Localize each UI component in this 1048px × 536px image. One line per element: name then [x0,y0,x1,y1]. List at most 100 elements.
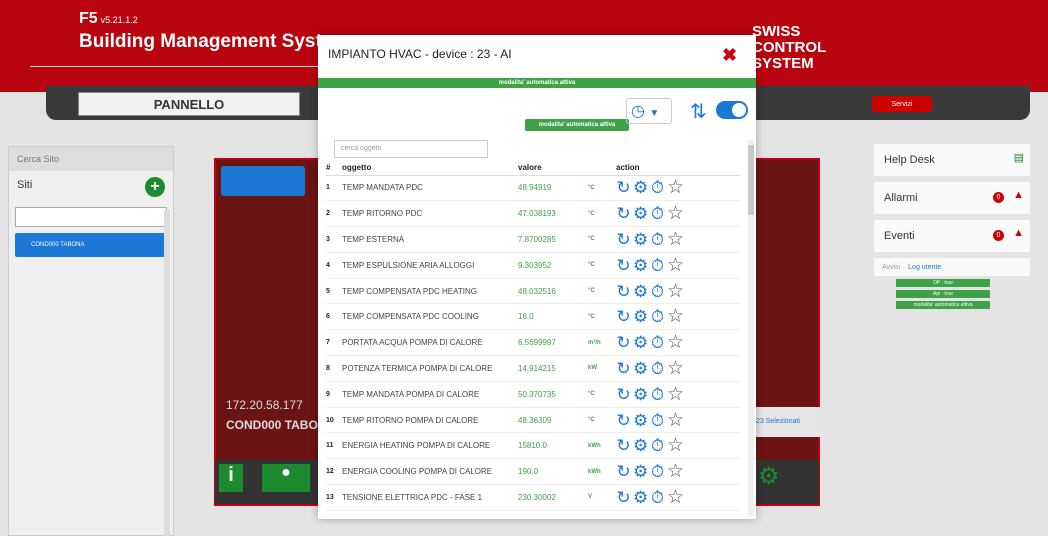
star-icon[interactable]: ☆ [667,409,684,432]
gears-icon[interactable]: ⚙ [633,204,650,224]
user-clock-icon[interactable]: ● [262,464,310,492]
services-menu-button[interactable]: Servizi [872,96,932,112]
events-button[interactable]: Eventi 0 ▲ [874,220,1030,252]
gears-icon[interactable]: ⚙ [633,282,650,302]
object-unit: °C [588,175,616,202]
timer-icon[interactable]: ⏱ [650,411,667,431]
tab-user-log[interactable]: Log utente [908,264,941,271]
gears-icon[interactable]: ⚙ [633,230,650,250]
timer-icon[interactable]: ⏱ [650,307,667,327]
object-name: POTENZA TERMICA POMPA DI CALORE [342,355,518,382]
star-icon[interactable]: ☆ [667,254,684,277]
object-value: 48.36309 [518,407,588,434]
star-icon[interactable]: ☆ [667,280,684,303]
timer-icon[interactable]: ⏱ [650,282,667,302]
refresh-icon[interactable]: ↻ [616,359,633,379]
timer-icon[interactable]: ⏱ [650,333,667,353]
star-icon[interactable]: ☆ [667,202,684,225]
star-icon[interactable]: ☆ [667,228,684,251]
alarms-button[interactable]: Allarmi 0 ▲ [874,182,1030,214]
object-name: TEMP ESPULSIONE ARIA ALLOGGI [342,252,518,279]
object-name: TEMP ESTERNA [342,226,518,253]
sites-sidebar: Cerca Sito Siti + COND000 TABONA [8,146,174,536]
timer-icon[interactable]: ⏱ [650,436,667,456]
object-name: ENERGIA HEATING POMPA DI CALORE [342,432,518,460]
help-desk-button[interactable]: Help Desk ▤ [874,144,1030,176]
gears-icon[interactable]: ⚙ [633,333,650,353]
refresh-icon[interactable]: ↻ [616,462,633,482]
sites-label: Siti [17,179,33,191]
refresh-icon[interactable]: ↻ [616,282,633,302]
gears-icon[interactable]: ⚙ [633,411,650,431]
object-search-input[interactable]: cerca oggetti [334,140,488,158]
object-name: ENERGIA COOLING POMPA DI CALORE [342,458,518,486]
star-icon[interactable]: ☆ [667,434,684,457]
timer-icon[interactable]: ⏱ [650,230,667,250]
timer-icon[interactable]: ⏱ [650,178,667,198]
add-site-icon[interactable]: + [145,177,165,197]
star-icon[interactable]: ☆ [667,486,684,509]
refresh-icon[interactable]: ↻ [616,307,633,327]
star-icon[interactable]: ☆ [667,331,684,354]
row-actions: ↻⚙⏱☆ [616,484,740,511]
gears-icon[interactable]: ⚙ [633,178,650,198]
gears-icon[interactable]: ⚙ [633,488,650,508]
refresh-icon[interactable]: ↻ [616,178,633,198]
gears-icon[interactable]: ⚙ [633,359,650,379]
refresh-icon[interactable]: ↻ [616,204,633,224]
app-title: Building Management System [79,31,350,52]
schedule-dropdown[interactable]: ◷ ▼ [626,98,672,124]
object-value: 190.0 [518,458,588,486]
gears-icon[interactable]: ⚙ [633,256,650,276]
tab-warnings[interactable]: Avvisi [882,264,900,271]
object-name: TEMP RITORNO POMPA DI CALORE [342,407,518,434]
bell-icon: ▲ [1013,189,1024,201]
row-index: 8 [326,355,342,382]
auto-mode-toggle[interactable] [716,101,748,119]
header-divider [30,66,320,67]
info-icon[interactable]: i [219,464,243,492]
star-icon[interactable]: ☆ [667,305,684,328]
row-index: 1 [326,175,342,202]
site-filter-input[interactable] [15,207,167,227]
sidebar-scrollbar[interactable] [164,210,170,536]
object-unit: °C [588,303,616,331]
object-unit: kW [588,355,616,382]
modal-scrollbar[interactable] [748,140,754,516]
refresh-icon[interactable]: ↻ [616,436,633,456]
gears-icon[interactable]: ⚙ [633,462,650,482]
close-icon[interactable]: ✖ [722,45,737,66]
timer-icon[interactable]: ⏱ [650,462,667,482]
timer-icon[interactable]: ⏱ [650,488,667,508]
panel-button[interactable]: PANNELLO [78,92,300,116]
refresh-icon[interactable]: ↻ [616,411,633,431]
sync-icon[interactable]: ⇅ [690,99,707,124]
gears-icon[interactable]: ⚙ [633,436,650,456]
gear-icon[interactable]: ⚙ [758,462,780,491]
gears-icon[interactable]: ⚙ [633,385,650,405]
refresh-icon[interactable]: ↻ [616,488,633,508]
chevron-down-icon: ▼ [649,108,660,119]
site-search-input[interactable]: Cerca Sito [9,147,173,171]
refresh-icon[interactable]: ↻ [616,385,633,405]
refresh-icon[interactable]: ↻ [616,256,633,276]
star-icon[interactable]: ☆ [667,460,684,483]
timer-icon[interactable]: ⏱ [650,359,667,379]
table-row: 4 TEMP ESPULSIONE ARIA ALLOGGI 9.303952 °C ↻… [326,252,740,279]
object-value: 47.038193 [518,200,588,228]
row-actions: ↻⚙⏱☆ [616,252,740,279]
site-item[interactable]: COND000 TABONA [15,233,167,257]
gears-icon[interactable]: ⚙ [633,307,650,327]
object-unit: °C [588,252,616,279]
timer-icon[interactable]: ⏱ [650,385,667,405]
star-icon[interactable]: ☆ [667,357,684,380]
star-icon[interactable]: ☆ [667,176,684,199]
table-row: 2 TEMP RITORNO PDC 47.038193 °C ↻⚙⏱☆ [326,200,740,228]
timer-icon[interactable]: ⏱ [650,204,667,224]
op-badge: OP : true [896,279,990,287]
timer-icon[interactable]: ⏱ [650,256,667,276]
refresh-icon[interactable]: ↻ [616,230,633,250]
star-icon[interactable]: ☆ [667,383,684,406]
device-tile[interactable] [221,166,305,196]
refresh-icon[interactable]: ↻ [616,333,633,353]
